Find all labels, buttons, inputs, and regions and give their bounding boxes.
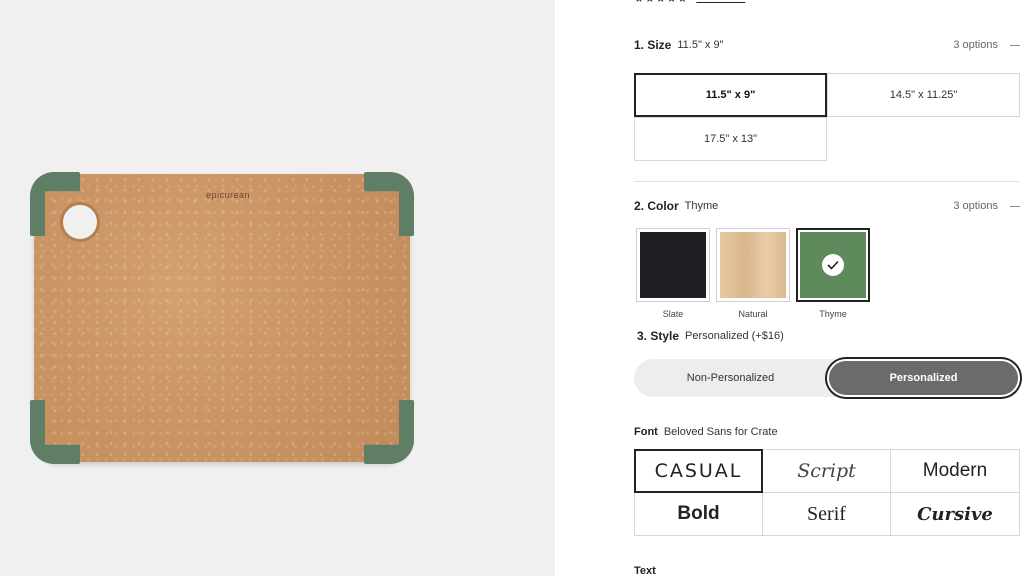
size-choice-14-5x11-25[interactable]: 14.5" x 11.25" — [827, 73, 1020, 117]
swatch-thyme-fill — [800, 232, 866, 298]
color-selected-value: Thyme — [684, 200, 719, 212]
color-option-count: 3 options — [953, 200, 998, 212]
divider — [634, 181, 1020, 182]
collapse-icon[interactable] — [1010, 205, 1020, 207]
reviews-link[interactable] — [696, 0, 745, 4]
cutting-board: epicurean — [34, 174, 410, 462]
font-choice-script[interactable]: Script — [762, 449, 891, 493]
color-option-header[interactable]: 2. Color Thyme 3 options — [634, 199, 1020, 213]
font-choice-modern[interactable]: Modern — [890, 449, 1020, 493]
product-image-pane: epicurean — [0, 0, 555, 576]
brand-mark: epicurean — [206, 190, 251, 200]
swatch-label: Slate — [662, 309, 684, 319]
star-rating-icon: ★★★★★ — [634, 0, 688, 5]
size-option-count: 3 options — [953, 39, 998, 51]
collapse-icon[interactable] — [1010, 44, 1020, 46]
rating-row: ★★★★★ — [634, 0, 745, 5]
style-option-title: 3. Style — [637, 329, 680, 343]
swatch-label: Natural — [738, 309, 768, 319]
font-choices: CASUAL Script Modern Bold Serif Cursive — [634, 449, 1020, 536]
font-choice-bold[interactable]: Bold — [634, 492, 763, 536]
swatch-slate[interactable]: Slate — [636, 228, 710, 319]
size-selected-value: 11.5" x 9" — [677, 39, 724, 51]
product-options-panel: ★★★★★ 1. Size 11.5" x 9" 3 options 11.5"… — [634, 0, 1020, 576]
font-selected-value: Beloved Sans for Crate — [663, 426, 778, 438]
color-swatches: Slate Natural Thyme — [636, 228, 870, 319]
swatch-natural[interactable]: Natural — [716, 228, 790, 319]
size-option-header[interactable]: 1. Size 11.5" x 9" 3 options — [634, 38, 1020, 52]
check-icon — [822, 254, 844, 276]
style-non-personalized-button[interactable]: Non-Personalized — [634, 359, 827, 397]
font-option-header: Font Beloved Sans for Crate — [634, 426, 1020, 438]
font-option-title: Font — [634, 426, 658, 438]
swatch-thyme[interactable]: Thyme — [796, 228, 870, 319]
size-option-title: 1. Size — [634, 38, 672, 52]
style-selected-value: Personalized (+$16) — [685, 330, 784, 342]
text-option-title: Text — [634, 565, 656, 576]
hang-hole — [60, 202, 100, 242]
cutting-board-image: epicurean — [30, 172, 414, 464]
size-choice-17-5x13[interactable]: 17.5" x 13" — [634, 117, 827, 161]
style-personalized-button[interactable]: Personalized — [827, 359, 1020, 397]
style-toggle: Non-Personalized Personalized — [634, 359, 1020, 397]
size-choice-11-5x9[interactable]: 11.5" x 9" — [634, 73, 827, 117]
font-choice-cursive[interactable]: Cursive — [890, 492, 1020, 536]
swatch-slate-fill — [640, 232, 706, 298]
font-choice-casual[interactable]: CASUAL — [634, 449, 763, 493]
color-option-title: 2. Color — [634, 199, 679, 213]
font-choice-serif[interactable]: Serif — [762, 492, 891, 536]
style-option-header: 3. Style Personalized (+$16) — [637, 329, 1023, 343]
swatch-label: Thyme — [819, 309, 847, 319]
swatch-natural-fill — [720, 232, 786, 298]
